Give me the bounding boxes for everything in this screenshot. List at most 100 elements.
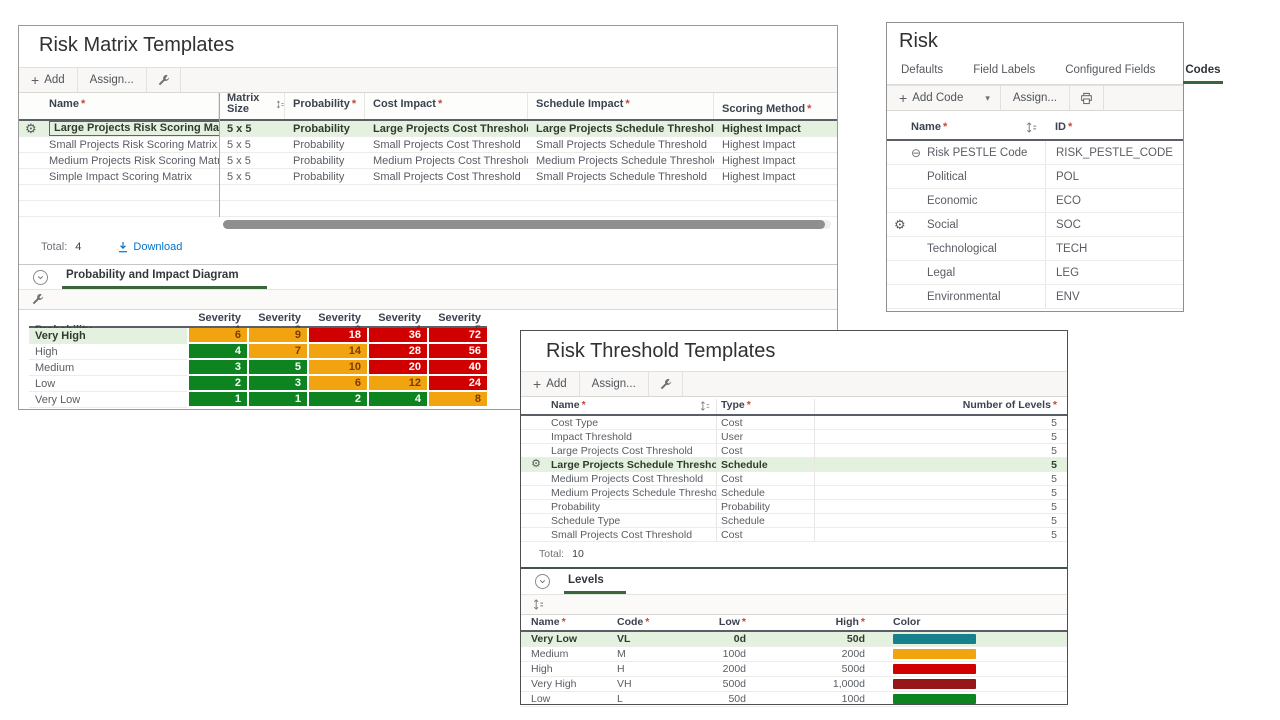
gear-icon[interactable]: ⚙ bbox=[894, 217, 906, 232]
column-header-name[interactable]: Name * bbox=[43, 93, 219, 119]
table-row[interactable]: Small Projects Risk Scoring Matrix 5 x 5… bbox=[19, 137, 837, 153]
table-row[interactable]: Small Projects Cost Threshold Cost 5 bbox=[521, 528, 1067, 542]
column-header-number-of-levels[interactable]: Number of Levels * bbox=[815, 399, 1067, 414]
assign-button[interactable]: Assign... bbox=[78, 68, 147, 92]
table-row[interactable]: Medium M 100d 200d bbox=[521, 647, 1067, 662]
table-row[interactable]: ⚙ Social SOC bbox=[887, 213, 1183, 237]
column-header-scoring-method[interactable]: Scoring Method * bbox=[714, 103, 837, 119]
probability-label[interactable]: Medium bbox=[29, 360, 187, 376]
sort-icon[interactable] bbox=[533, 599, 544, 610]
probability-label[interactable]: Very High bbox=[29, 328, 187, 344]
table-row[interactable]: Probability Probability 5 bbox=[521, 500, 1067, 514]
gear-icon[interactable]: ⚙ bbox=[25, 122, 37, 136]
add-button[interactable]: + Add bbox=[19, 68, 78, 92]
assign-button[interactable]: Assign... bbox=[580, 372, 649, 396]
matrix-cell[interactable]: 2 bbox=[307, 392, 367, 408]
row-name-cell[interactable]: Large Projects Risk Scoring Matrix bbox=[49, 121, 219, 136]
tab-field-labels[interactable]: Field Labels bbox=[971, 61, 1037, 84]
tab-probability-impact-diagram[interactable]: Probability and Impact Diagram bbox=[62, 265, 267, 289]
matrix-cell[interactable]: 3 bbox=[247, 376, 307, 392]
table-row[interactable]: Technological TECH bbox=[887, 237, 1183, 261]
column-header-matrix-size[interactable]: Matrix Size bbox=[219, 93, 285, 119]
matrix-cell[interactable]: 3 bbox=[187, 360, 247, 376]
column-header-type[interactable]: Type * bbox=[717, 399, 815, 414]
table-row[interactable]: Schedule Type Schedule 5 bbox=[521, 514, 1067, 528]
table-row[interactable]: Large Projects Cost Threshold Cost 5 bbox=[521, 444, 1067, 458]
matrix-cell[interactable]: 9 bbox=[247, 328, 307, 344]
matrix-cell[interactable]: 6 bbox=[307, 376, 367, 392]
column-header-code[interactable]: Code * bbox=[617, 616, 673, 630]
column-header-color[interactable]: Color bbox=[873, 616, 1067, 630]
collapse-section-icon[interactable] bbox=[33, 269, 48, 285]
tab-levels[interactable]: Levels bbox=[564, 570, 626, 594]
table-row[interactable]: ⚙ Large Projects Schedule Threshold Sched… bbox=[521, 458, 1067, 472]
collapse-node-icon[interactable]: ⊖ bbox=[911, 146, 921, 160]
table-row[interactable]: Legal LEG bbox=[887, 261, 1183, 285]
scrollbar-thumb[interactable] bbox=[223, 220, 825, 229]
column-header-probability[interactable]: Probability * bbox=[285, 93, 365, 119]
settings-wrench-button[interactable] bbox=[649, 372, 683, 396]
table-row[interactable]: Very Low VL 0d 50d bbox=[521, 632, 1067, 647]
matrix-cell[interactable]: 72 bbox=[427, 328, 487, 344]
table-row[interactable]: Medium Projects Schedule Threshold Schedu… bbox=[521, 486, 1067, 500]
add-button[interactable]: + Add bbox=[521, 372, 580, 396]
probability-label[interactable]: Low bbox=[29, 376, 187, 392]
table-row[interactable]: Cost Type Cost 5 bbox=[521, 416, 1067, 430]
collapse-section-icon[interactable] bbox=[535, 574, 550, 589]
sort-icon[interactable] bbox=[1026, 122, 1037, 133]
table-row[interactable]: Very High VH 500d 1,000d bbox=[521, 677, 1067, 692]
table-row[interactable]: Medium Projects Risk Scoring Matrix 5 x … bbox=[19, 153, 837, 169]
table-row[interactable]: ⚙ Large Projects Risk Scoring Matrix 5 x… bbox=[19, 121, 837, 137]
probability-label[interactable]: Very Low bbox=[29, 392, 187, 408]
matrix-cell[interactable]: 40 bbox=[427, 360, 487, 376]
column-header-low[interactable]: Low * bbox=[673, 616, 754, 630]
matrix-cell[interactable]: 6 bbox=[187, 328, 247, 344]
table-row[interactable]: Economic ECO bbox=[887, 189, 1183, 213]
print-button[interactable] bbox=[1070, 86, 1104, 110]
matrix-cell[interactable]: 8 bbox=[427, 392, 487, 408]
table-row[interactable]: ⊖ Risk PESTLE Code RISK_PESTLE_CODE bbox=[887, 141, 1183, 165]
gear-icon[interactable]: ⚙ bbox=[531, 459, 541, 470]
matrix-cell[interactable]: 7 bbox=[247, 344, 307, 360]
tab-codes[interactable]: Codes bbox=[1183, 61, 1223, 84]
matrix-cell[interactable]: 20 bbox=[367, 360, 427, 376]
matrix-cell[interactable]: 1 bbox=[187, 392, 247, 408]
table-row[interactable]: Low L 50d 100d bbox=[521, 692, 1067, 707]
settings-wrench-button[interactable] bbox=[147, 68, 181, 92]
table-row[interactable]: Environmental ENV bbox=[887, 285, 1183, 309]
matrix-cell[interactable]: 12 bbox=[367, 376, 427, 392]
table-row[interactable]: Medium Projects Cost Threshold Cost 5 bbox=[521, 472, 1067, 486]
add-code-button[interactable]: + Add Code bbox=[887, 86, 975, 110]
matrix-cell[interactable]: 2 bbox=[187, 376, 247, 392]
column-header-id[interactable]: ID * bbox=[1045, 121, 1183, 139]
add-code-dropdown-button[interactable]: ▾ bbox=[975, 86, 1001, 110]
matrix-cell[interactable]: 36 bbox=[367, 328, 427, 344]
matrix-cell[interactable]: 18 bbox=[307, 328, 367, 344]
matrix-cell[interactable]: 56 bbox=[427, 344, 487, 360]
download-link[interactable]: Download bbox=[117, 241, 182, 253]
tab-defaults[interactable]: Defaults bbox=[899, 61, 945, 84]
tab-configured-fields[interactable]: Configured Fields bbox=[1063, 61, 1157, 84]
probability-label[interactable]: High bbox=[29, 344, 187, 360]
matrix-cell[interactable]: 24 bbox=[427, 376, 487, 392]
table-row[interactable]: Impact Threshold User 5 bbox=[521, 430, 1067, 444]
matrix-cell[interactable]: 5 bbox=[247, 360, 307, 376]
matrix-cell[interactable]: 10 bbox=[307, 360, 367, 376]
column-header-name[interactable]: Name * bbox=[531, 616, 617, 630]
wrench-icon[interactable] bbox=[31, 293, 44, 306]
column-header-schedule-impact[interactable]: Schedule Impact * bbox=[528, 93, 714, 119]
matrix-cell[interactable]: 4 bbox=[367, 392, 427, 408]
column-header-name[interactable]: Name * bbox=[547, 399, 717, 414]
table-row[interactable]: Political POL bbox=[887, 165, 1183, 189]
horizontal-scrollbar[interactable] bbox=[223, 220, 831, 229]
matrix-cell[interactable]: 1 bbox=[247, 392, 307, 408]
matrix-cell[interactable]: 28 bbox=[367, 344, 427, 360]
assign-button[interactable]: Assign... bbox=[1001, 86, 1070, 110]
matrix-cell[interactable]: 14 bbox=[307, 344, 367, 360]
column-header-cost-impact[interactable]: Cost Impact * bbox=[365, 93, 528, 119]
sort-icon[interactable] bbox=[700, 401, 710, 411]
matrix-cell[interactable]: 4 bbox=[187, 344, 247, 360]
table-row[interactable]: High H 200d 500d bbox=[521, 662, 1067, 677]
column-header-high[interactable]: High * bbox=[754, 616, 873, 630]
table-row[interactable]: Simple Impact Scoring Matrix 5 x 5 Proba… bbox=[19, 169, 837, 185]
